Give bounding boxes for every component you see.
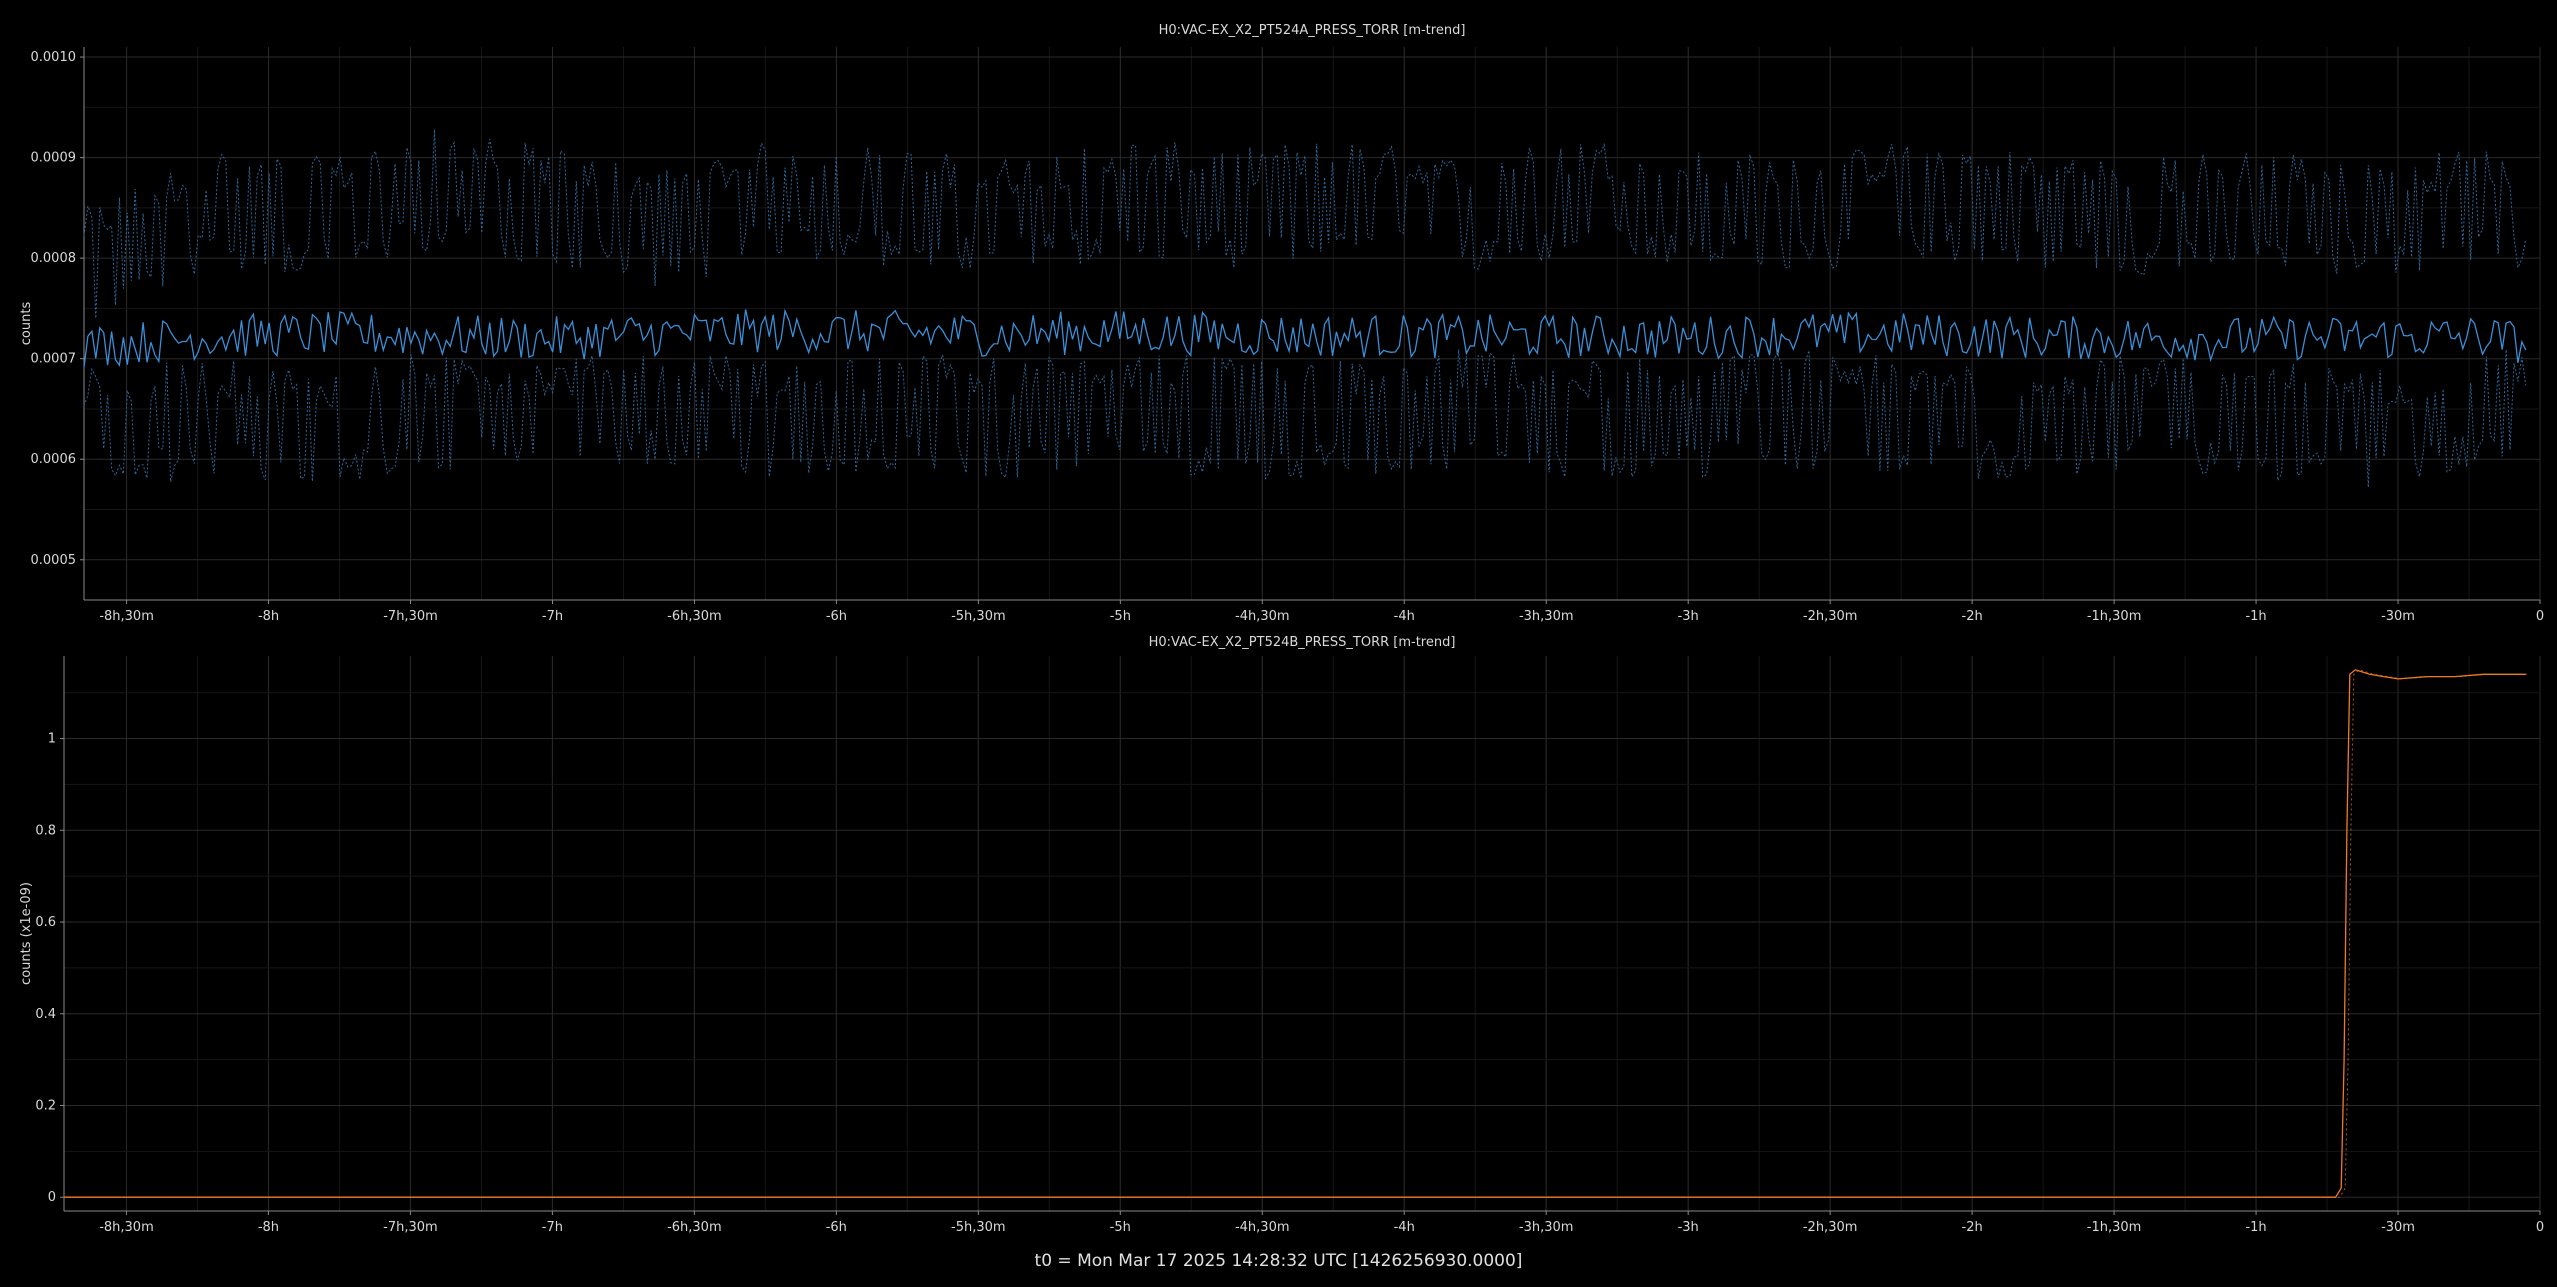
x-tick-label: -3h,30m [1519, 609, 1574, 624]
x-tick-label: -7h,30m [383, 609, 438, 624]
chart-top-grid [84, 47, 2541, 600]
x-tick-label: -7h,30m [383, 1220, 438, 1235]
x-tick-label: -3h,30m [1519, 1220, 1574, 1235]
chart-bottom: H0:VAC-EX_X2_PT524B_PRESS_TORR [m-trend]… [19, 635, 2544, 1235]
series-line-bound [68, 669, 2530, 1198]
x-tick-label: -5h,30m [951, 1220, 1006, 1235]
y-tick-label: 0.6 [35, 915, 56, 930]
chart-bottom-axes [63, 656, 2540, 1212]
x-tick-label: 0 [2536, 1220, 2544, 1235]
x-tick-label: -30m [2381, 609, 2415, 624]
t0-footer-label: t0 = Mon Mar 17 2025 14:28:32 UTC [14262… [1034, 1251, 1523, 1271]
x-tick-label: -4h [1394, 1220, 1415, 1235]
x-tick-label: -8h [258, 609, 279, 624]
y-tick-label: 0.4 [35, 1007, 56, 1022]
x-tick-label: -6h [826, 609, 847, 624]
y-tick-label: 0.0007 [31, 352, 77, 367]
chart-bottom-series [64, 669, 2530, 1198]
y-tick-label: 0.0008 [31, 251, 77, 266]
y-tick-label: 0 [48, 1190, 56, 1205]
x-tick-label: -3h [1678, 609, 1699, 624]
x-tick-label: -1h [2245, 1220, 2266, 1235]
figure: H0:VAC-EX_X2_PT524A_PRESS_TORR [m-trend]… [0, 0, 2557, 1287]
chart-bottom-ylabel: counts (x1e-09) [19, 882, 34, 985]
x-tick-label: -30m [2381, 1220, 2415, 1235]
x-tick-label: -8h,30m [99, 1220, 154, 1235]
x-tick-label: -1h [2245, 609, 2266, 624]
chart-top: H0:VAC-EX_X2_PT524A_PRESS_TORR [m-trend]… [19, 23, 2544, 624]
series-line-mean [64, 669, 2526, 1198]
y-tick-label: 0.8 [35, 823, 56, 838]
chart-bottom-yticks: 0 0.2 0.4 0.6 0.8 1 [35, 732, 64, 1205]
x-tick-label: -6h [826, 1220, 847, 1235]
plot-canvas: H0:VAC-EX_X2_PT524A_PRESS_TORR [m-trend]… [19, 23, 2544, 1235]
chart-bottom-xticks: -8h,30m -8h -7h,30m -7h -6h,30m -6h -5h,30m -5h… [99, 1211, 2544, 1235]
chart-bottom-grid [64, 656, 2541, 1211]
x-tick-label: -6h,30m [667, 1220, 722, 1235]
y-tick-label: 0.0010 [31, 50, 77, 65]
x-tick-label: -4h [1394, 609, 1415, 624]
x-tick-label: -7h [542, 609, 563, 624]
x-tick-label: -5h [1110, 609, 1131, 624]
y-tick-label: 0.2 [35, 1099, 56, 1114]
x-tick-label: -1h,30m [2087, 609, 2142, 624]
x-tick-label: -7h [542, 1220, 563, 1235]
y-tick-label: 0.0005 [31, 553, 77, 568]
x-tick-label: -4h,30m [1235, 1220, 1290, 1235]
y-tick-label: 0.0009 [31, 151, 77, 166]
x-tick-label: -3h [1678, 1220, 1699, 1235]
x-tick-label: -5h,30m [951, 609, 1006, 624]
x-tick-label: 0 [2536, 609, 2544, 624]
x-tick-label: -2h [1962, 609, 1983, 624]
y-tick-label: 1 [48, 732, 56, 747]
chart-top-yticks: 0.0005 0.0006 0.0007 0.0008 0.0009 0.0010 [31, 50, 84, 568]
x-tick-label: -6h,30m [667, 609, 722, 624]
chart-bottom-title: H0:VAC-EX_X2_PT524B_PRESS_TORR [m-trend] [1149, 635, 1456, 650]
x-tick-label: -8h [258, 1220, 279, 1235]
x-tick-label: -1h,30m [2087, 1220, 2142, 1235]
x-tick-label: -2h [1962, 1220, 1983, 1235]
x-tick-label: -8h,30m [99, 609, 154, 624]
series-line-min [83, 349, 2527, 488]
chart-top-axes [83, 47, 2540, 601]
chart-top-title: H0:VAC-EX_X2_PT524A_PRESS_TORR [m-trend] [1159, 23, 1466, 38]
chart-top-ylabel: counts [19, 302, 34, 346]
x-tick-label: -5h [1110, 1220, 1131, 1235]
x-tick-label: -2h,30m [1803, 609, 1858, 624]
y-tick-label: 0.0006 [31, 452, 77, 467]
chart-top-xticks: -8h,30m -8h -7h,30m -7h -6h,30m -6h -5h,30m -5h… [99, 600, 2544, 624]
x-tick-label: -4h,30m [1235, 609, 1290, 624]
x-tick-label: -2h,30m [1803, 1220, 1858, 1235]
